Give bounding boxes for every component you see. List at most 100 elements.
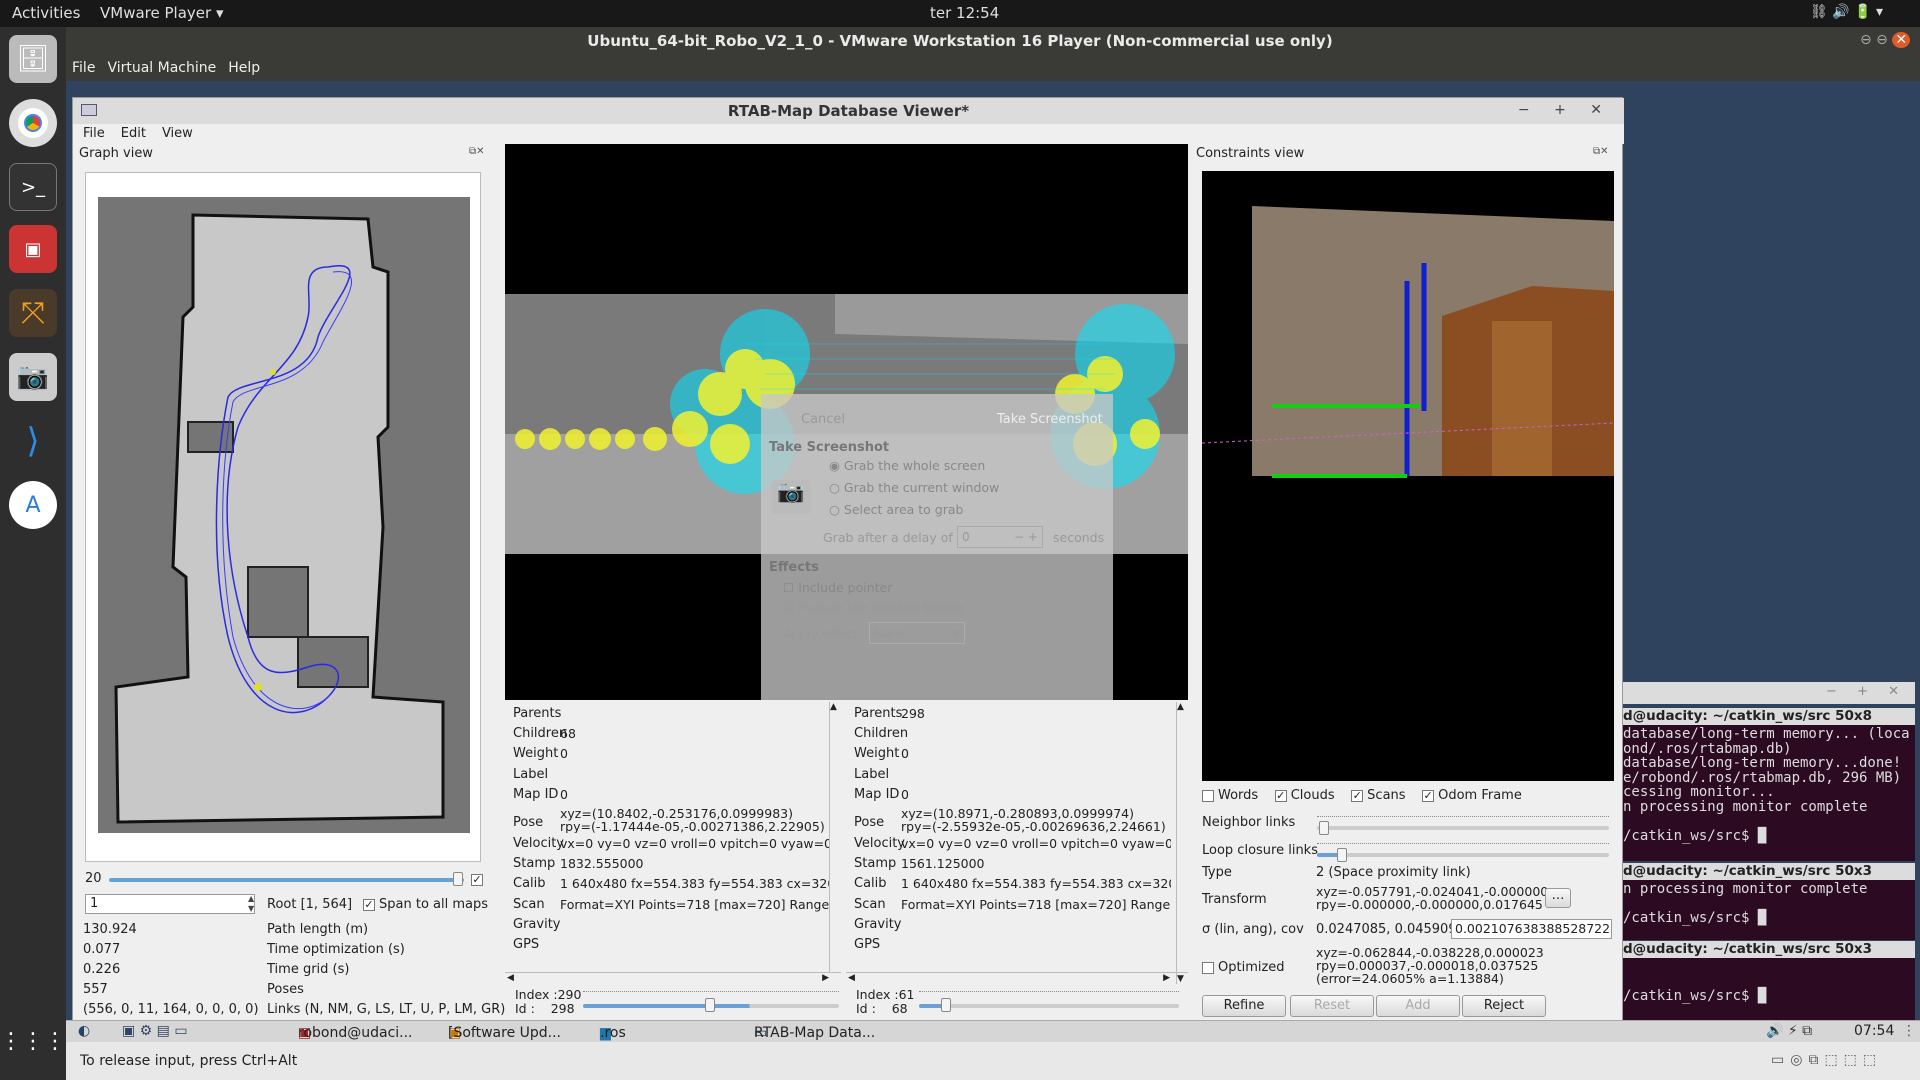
tray-icons[interactable]: 🔊 ⚡ ⧉	[1766, 1023, 1812, 1039]
add-button[interactable]: Add	[1376, 995, 1460, 1017]
odom-frame-checkbox[interactable]: ✓ Odom Frame	[1422, 788, 1522, 803]
vmware-status-bar: To release input, press Ctrl+Alt ▭◎⧉⬚⬚⬚	[66, 1042, 1920, 1080]
dialog-cancel-button[interactable]: Cancel	[801, 412, 845, 427]
info-label: Pose	[854, 815, 885, 830]
reject-button[interactable]: Reject	[1462, 995, 1546, 1017]
terminal-window-controls[interactable]: − + ✕	[1623, 682, 1915, 704]
rtab-menu-file[interactable]: File	[83, 124, 105, 144]
words-checkbox[interactable]: Words	[1202, 788, 1258, 803]
start-menu-icon[interactable]: ◐	[78, 1023, 90, 1039]
stat-time-grid-value: 0.226	[83, 962, 121, 977]
top-clock[interactable]: ter 12:54	[930, 4, 999, 22]
rtab-window-controls[interactable]: − + ✕	[1518, 102, 1612, 118]
scans-checkbox[interactable]: ✓ Scans	[1351, 788, 1406, 803]
radio-select-area[interactable]: ○ Select area to grab	[829, 502, 963, 517]
dock-float-close-icons[interactable]: ⧉✕	[469, 146, 485, 157]
info-label: Scan	[513, 896, 545, 912]
apply-effect-label: Apply effect:	[783, 626, 863, 641]
refine-button[interactable]: Refine	[1202, 995, 1286, 1017]
include-border-checkbox[interactable]: ☑ Include the window border	[783, 600, 965, 615]
transform-more-button[interactable]: …	[1545, 888, 1571, 908]
app-menu[interactable]: VMware Player ▾	[100, 4, 223, 22]
files-icon[interactable]: 🗄	[9, 35, 57, 83]
app-red-icon[interactable]: ▣	[9, 225, 57, 273]
neighbor-links-handle[interactable]	[1319, 821, 1329, 835]
stat-path-length-value: 130.924	[83, 922, 137, 937]
left-info-vscroll[interactable]: ▲	[829, 702, 841, 972]
info-value: xyz=(10.8402,-0.253176,0.0999983) rpy=(-…	[560, 807, 825, 833]
task-rtabmap-label: RTAB-Map Data...	[754, 1025, 876, 1041]
sigma-label: σ (lin, ang), cov	[1202, 922, 1304, 937]
radio-select-area-label: Select area to grab	[843, 502, 964, 517]
id-input[interactable]: 1	[85, 894, 255, 914]
reset-button[interactable]: Reset	[1290, 995, 1374, 1017]
graph-slider[interactable]	[109, 878, 464, 882]
clouds-label: Clouds	[1290, 788, 1335, 803]
clouds-checkbox[interactable]: ✓ Clouds	[1274, 788, 1335, 803]
vscode-icon[interactable]: ⟩	[9, 417, 57, 465]
type-label: Type	[1202, 865, 1232, 880]
system-tray-icons[interactable]: ⛓ 🔊 🔋 ▾	[1810, 4, 1883, 20]
info-label: Map ID	[513, 786, 559, 802]
constraints-3d-view[interactable]	[1202, 171, 1614, 781]
span-all-maps-checkbox[interactable]: ✓ Span to all maps	[363, 897, 488, 912]
include-border-label: Include the window border	[798, 600, 965, 615]
constraints-dock-icons[interactable]: ⧉✕	[1593, 146, 1609, 157]
vm-window-controls[interactable]: ⊖ ⊖ ✕	[1860, 32, 1911, 48]
window-app-icon	[81, 104, 97, 116]
right-info-vscroll[interactable]: ▲ ▼	[1176, 702, 1188, 984]
rtabmap-title: RTAB-Map Database Viewer*	[73, 98, 1624, 124]
info-label: Velocity	[513, 836, 564, 851]
neighbor-links-slider[interactable]	[1317, 826, 1609, 830]
loop-closure-handle[interactable]	[1337, 848, 1347, 862]
chrome-icon[interactable]	[9, 99, 57, 147]
delay-spinner[interactable]: 0 − +	[957, 526, 1043, 548]
info-value: 1832.555000	[560, 856, 644, 872]
terminal-1-output[interactable]: database/long-term memory... (loca ond/.…	[1623, 725, 1915, 861]
include-pointer-checkbox[interactable]: ☐ Include pointer	[783, 580, 892, 595]
vm-menu-help[interactable]: Help	[228, 55, 260, 81]
radio-current-window[interactable]: ○ Grab the current window	[829, 480, 999, 495]
delay-stepper-icons[interactable]: − +	[1014, 527, 1038, 547]
info-label: Pose	[513, 815, 544, 830]
terminal-2-output[interactable]: n processing monitor complete /catkin_ws…	[1623, 880, 1915, 940]
loop-closure-slider[interactable]	[1317, 853, 1609, 857]
info-value: xyz=(10.8971,-0.280893,0.0999974) rpy=(-…	[901, 807, 1166, 833]
activities-button[interactable]: Activities	[12, 4, 80, 22]
info-value: 0	[560, 746, 568, 762]
right-id-slider-handle[interactable]	[941, 998, 951, 1012]
image-view[interactable]: Cancel Take Screenshot Take Screenshot 📷…	[505, 144, 1188, 700]
graph-canvas[interactable]	[85, 172, 481, 862]
apply-effect-select[interactable]: None ▾	[869, 622, 965, 644]
right-id-slider[interactable]	[919, 1004, 1179, 1008]
left-info-hscroll[interactable]: ◀ ▶	[505, 972, 841, 984]
info-value: 0	[560, 786, 568, 802]
rtab-menu-edit[interactable]: Edit	[121, 124, 146, 144]
right-index-label: Index :61	[856, 987, 915, 1002]
info-label: Stamp	[854, 856, 897, 872]
optimized-checkbox[interactable]: Optimized	[1202, 960, 1285, 975]
left-id-slider-handle[interactable]	[705, 998, 715, 1012]
graph-slider-handle[interactable]	[453, 872, 463, 886]
rtab-menu-view[interactable]: View	[162, 124, 193, 144]
screenshot-icon[interactable]: 📷	[9, 353, 57, 401]
device-status-icons[interactable]: ▭◎⧉⬚⬚⬚	[1771, 1052, 1882, 1068]
graph-checkbox[interactable]: ✓	[471, 872, 487, 887]
show-desktop-icon[interactable]: ⋮⋮	[1902, 1023, 1920, 1039]
right-info-hscroll[interactable]: ◀ ▶	[846, 972, 1188, 984]
vm-menu-file[interactable]: File	[72, 55, 95, 81]
apps-grid-icon[interactable]: ⋮⋮⋮	[0, 1017, 66, 1065]
info-value: vx=0 vy=0 vz=0 vroll=0 vpitch=0 vyaw=0	[560, 836, 830, 851]
vmware-icon[interactable]: ⤧	[9, 289, 57, 337]
vm-menu-virtual-machine[interactable]: Virtual Machine	[107, 55, 216, 81]
terminal-icon[interactable]: >_	[9, 163, 57, 211]
graph-view-title: Graph view	[79, 146, 153, 161]
radio-whole-screen[interactable]: ◉ Grab the whole screen	[829, 458, 985, 473]
id-spinner[interactable]: ▲ ▼	[248, 894, 254, 914]
covariance-input[interactable]: 0.002107638388528722]	[1451, 919, 1612, 939]
camera-icon: 📷	[771, 480, 811, 514]
software-icon[interactable]: A	[9, 481, 57, 529]
terminal-3-output[interactable]: /catkin_ws/src$ █	[1623, 958, 1915, 1020]
quicklaunch-icons[interactable]: ▣ ⚙ ▤ ▭	[122, 1023, 188, 1039]
dialog-take-screenshot-button[interactable]: Take Screenshot	[997, 412, 1103, 427]
